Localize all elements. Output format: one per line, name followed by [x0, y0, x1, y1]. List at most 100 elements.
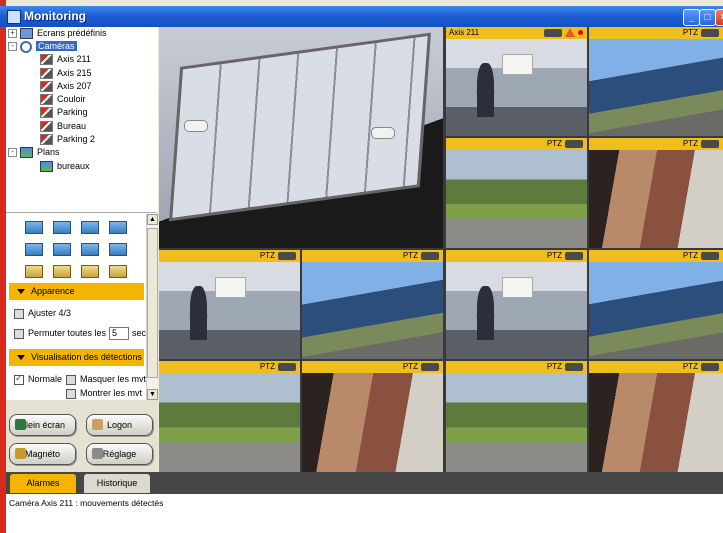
camera-controls-icon[interactable]: [701, 362, 719, 371]
tree-item-parking[interactable]: Parking: [40, 106, 88, 119]
camera-controls-icon[interactable]: [544, 28, 562, 37]
video-tile[interactable]: PTZ: [589, 361, 723, 472]
camera-controls-icon[interactable]: [278, 362, 296, 371]
normal-checkbox[interactable]: Normale: [14, 373, 62, 385]
camera-controls-icon[interactable]: [278, 251, 296, 260]
checkbox-box[interactable]: [66, 374, 76, 385]
layout-map3-icon[interactable]: [81, 265, 99, 278]
tab-history[interactable]: Historique: [84, 474, 150, 493]
plan-camera-icon[interactable]: [371, 127, 395, 139]
camera-controls-icon[interactable]: [421, 362, 439, 371]
layout-1p7-icon[interactable]: [53, 243, 71, 256]
video-tile[interactable]: PTZ: [589, 250, 723, 359]
camera-controls-icon[interactable]: [701, 28, 719, 37]
tree-item-bureaux[interactable]: bureaux: [40, 160, 90, 173]
layout-2x2-icon[interactable]: [53, 221, 71, 234]
tree-item-parking2[interactable]: Parking 2: [40, 133, 95, 146]
tree-item-bureau[interactable]: Bureau: [40, 120, 86, 133]
layout-monitor-icon[interactable]: [109, 265, 127, 278]
event-message[interactable]: Caméra Axis 211 : mouvements détectés: [9, 498, 163, 508]
layout-1x1-icon[interactable]: [25, 221, 43, 234]
layout-map-icon[interactable]: [25, 265, 43, 278]
tile-header: PTZ: [589, 138, 723, 150]
layout-map2-icon[interactable]: [53, 265, 71, 278]
camera-feed: [446, 262, 587, 359]
checkbox-box[interactable]: [14, 373, 24, 385]
video-tile[interactable]: PTZ: [446, 138, 587, 248]
tree-item-axis207[interactable]: Axis 207: [40, 80, 92, 93]
layout-wide-icon[interactable]: [109, 243, 127, 256]
tree-item-axis215[interactable]: Axis 215: [40, 67, 92, 80]
scroll-up-arrow[interactable]: ▲: [147, 214, 158, 225]
tree-item-couloir[interactable]: Couloir: [40, 93, 86, 106]
detections-section-header[interactable]: Visualisation des détections: [9, 349, 144, 366]
key-icon: [92, 419, 103, 430]
collapse-icon[interactable]: -: [8, 148, 17, 158]
video-tile-axis211[interactable]: Axis 211: [446, 27, 587, 136]
tree-item-ecrans[interactable]: + Ecrans prédéfinis: [8, 27, 107, 40]
plan-camera-icon[interactable]: [184, 120, 208, 132]
camera-icon: [40, 68, 53, 80]
adjust-43-checkbox[interactable]: Ajuster 4/3: [14, 308, 71, 319]
camera-controls-icon[interactable]: [701, 139, 719, 148]
collapse-icon[interactable]: -: [8, 42, 17, 52]
floor-plan-view[interactable]: [159, 27, 443, 248]
collapse-arrow-icon: [17, 355, 25, 361]
camera-controls-icon[interactable]: [565, 251, 583, 260]
video-tile[interactable]: PTZ: [302, 361, 443, 472]
camera-controls-icon[interactable]: [565, 362, 583, 371]
checkbox-box[interactable]: [14, 328, 24, 339]
fullscreen-button[interactable]: Plein écran: [9, 414, 76, 436]
show-moves-checkbox[interactable]: Montrer les mvt: [66, 388, 142, 399]
permute-checkbox[interactable]: Permuter toutes les 5 sec: [14, 327, 146, 340]
options-scrollbar[interactable]: ▲ ▼: [146, 214, 158, 400]
expand-icon[interactable]: +: [8, 29, 17, 39]
permute-seconds-input[interactable]: 5: [109, 327, 130, 340]
layout-4x4-icon[interactable]: [109, 221, 127, 234]
tree-item-cameras[interactable]: - Caméras: [8, 40, 77, 53]
tree-item-plans[interactable]: - Plans: [8, 146, 60, 159]
video-tile[interactable]: PTZ: [159, 361, 300, 472]
tree-item-axis211[interactable]: Axis 211: [40, 53, 91, 66]
camera-icon: [40, 134, 53, 146]
minimize-button[interactable]: _: [683, 9, 700, 26]
camera-controls-icon[interactable]: [421, 251, 439, 260]
device-tree: + Ecrans prédéfinis - Caméras Axis 211 Axi…: [6, 27, 158, 212]
tile-header: PTZ: [446, 138, 587, 150]
camera-feed: [159, 373, 300, 472]
layout-1p12-icon[interactable]: [81, 243, 99, 256]
camera-feed: [446, 150, 587, 248]
collapse-arrow-icon: [17, 289, 25, 295]
video-wall: Axis 211 PTZ PTZ PTZ PTZ PTZ PTZ PTZ PTZ…: [159, 27, 723, 472]
video-tile[interactable]: PTZ: [589, 27, 723, 136]
tile-header: PTZ: [589, 361, 723, 373]
magneto-button[interactable]: Magnéto: [9, 443, 76, 465]
scroll-down-arrow[interactable]: ▼: [147, 389, 158, 400]
layout-3x3-icon[interactable]: [81, 221, 99, 234]
video-tile[interactable]: PTZ: [159, 250, 300, 359]
alert-icon: [565, 28, 575, 38]
video-tile[interactable]: PTZ: [589, 138, 723, 248]
maximize-button[interactable]: □: [699, 9, 716, 26]
map-icon: [20, 147, 33, 159]
logon-button[interactable]: Logon: [86, 414, 153, 436]
events-log: Caméra Axis 211 : mouvements détectés: [6, 494, 723, 533]
video-tile[interactable]: PTZ: [302, 250, 443, 359]
video-tile[interactable]: PTZ: [446, 250, 587, 359]
video-tile[interactable]: PTZ: [446, 361, 587, 472]
tab-alarms[interactable]: Alarmes: [10, 474, 76, 493]
close-button[interactable]: ×: [715, 9, 723, 26]
action-buttons: Plein écran Logon Magnéto Réglage: [6, 400, 158, 472]
appearance-section-header[interactable]: Apparence: [9, 283, 144, 300]
checkbox-box[interactable]: [66, 388, 76, 399]
camera-feed: [446, 373, 587, 472]
scroll-thumb[interactable]: [147, 228, 158, 378]
left-panel: + Ecrans prédéfinis - Caméras Axis 211 Axi…: [6, 27, 158, 472]
bottom-tabs: Alarmes Historique: [6, 472, 723, 494]
hide-moves-checkbox[interactable]: Masquer les mvt: [66, 374, 146, 385]
settings-button[interactable]: Réglage: [86, 443, 153, 465]
checkbox-box[interactable]: [14, 308, 24, 319]
camera-controls-icon[interactable]: [701, 251, 719, 260]
camera-controls-icon[interactable]: [565, 139, 583, 148]
layout-1p5-icon[interactable]: [25, 243, 43, 256]
